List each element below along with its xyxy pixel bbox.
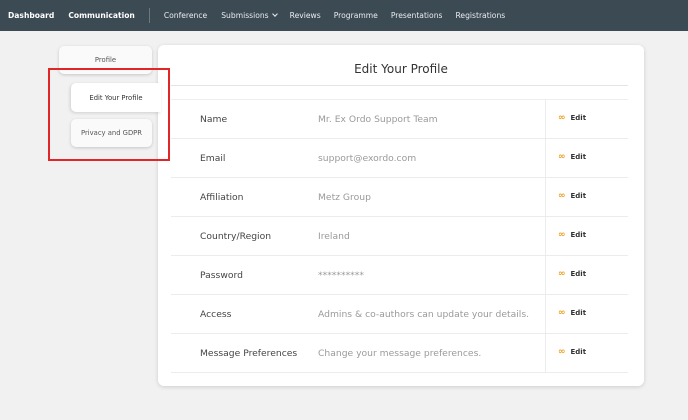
nav-submissions[interactable]: Submissions <box>221 11 278 20</box>
nav-dashboard[interactable]: Dashboard <box>8 11 54 20</box>
profile-row-name: Name Mr. Ex Ordo Support Team ∞ Edit <box>171 100 628 139</box>
column-divider <box>545 139 546 178</box>
top-navigation-bar: Dashboard Communication Conference Submi… <box>0 0 688 31</box>
nav-programme[interactable]: Programme <box>334 11 378 20</box>
column-divider <box>545 217 546 256</box>
edit-label: Edit <box>570 114 587 122</box>
nav-registrations[interactable]: Registrations <box>455 11 505 20</box>
link-icon: ∞ <box>558 308 566 318</box>
profile-row-message-preferences: Message Preferences Change your message … <box>171 334 628 373</box>
row-label: Password <box>200 270 243 281</box>
row-value: Ireland <box>318 231 350 242</box>
edit-label: Edit <box>570 231 587 239</box>
profile-row-affiliation: Affiliation Metz Group ∞ Edit <box>171 178 628 217</box>
row-value: Change your message preferences. <box>318 348 482 359</box>
highlight-box <box>48 68 170 161</box>
row-label: Country/Region <box>200 231 272 242</box>
edit-message-preferences-button[interactable]: ∞ Edit <box>558 347 587 357</box>
column-divider <box>545 256 546 295</box>
edit-country-button[interactable]: ∞ Edit <box>558 230 587 240</box>
row-value: support@exordo.com <box>318 153 417 164</box>
nav-submissions-label: Submissions <box>221 11 269 20</box>
edit-password-button[interactable]: ∞ Edit <box>558 269 587 279</box>
chevron-down-icon <box>271 11 278 17</box>
profile-row-email: Email support@exordo.com ∞ Edit <box>171 139 628 178</box>
column-divider <box>545 178 546 217</box>
column-divider <box>545 334 546 373</box>
profile-row-country: Country/Region Ireland ∞ Edit <box>171 217 628 256</box>
profile-row-password: Password ********** ∞ Edit <box>171 256 628 295</box>
column-divider <box>545 100 546 139</box>
sidebar-tab-profile-label: Profile <box>94 56 117 64</box>
edit-label: Edit <box>570 348 587 356</box>
link-icon: ∞ <box>558 191 566 201</box>
row-label: Name <box>200 114 228 125</box>
column-divider <box>545 295 546 334</box>
nav-conference[interactable]: Conference <box>164 11 207 20</box>
link-icon: ∞ <box>558 152 566 162</box>
row-label: Access <box>200 309 232 320</box>
nav-presentations[interactable]: Presentations <box>391 11 443 20</box>
link-icon: ∞ <box>558 347 566 357</box>
title-divider <box>171 85 628 86</box>
profile-row-access: Access Admins & co-authors can update yo… <box>171 295 628 334</box>
row-value: Mr. Ex Ordo Support Team <box>318 114 438 125</box>
row-value: Admins & co-authors can update your deta… <box>318 309 530 320</box>
edit-profile-card: Edit Your Profile Name Mr. Ex Ordo Suppo… <box>158 45 644 386</box>
page-title: Edit Your Profile <box>354 62 448 76</box>
edit-label: Edit <box>570 153 587 161</box>
link-icon: ∞ <box>558 269 566 279</box>
edit-label: Edit <box>570 270 587 278</box>
edit-label: Edit <box>570 192 587 200</box>
nav-divider <box>148 8 150 23</box>
edit-name-button[interactable]: ∞ Edit <box>558 113 587 123</box>
nav-reviews[interactable]: Reviews <box>290 11 321 20</box>
edit-access-button[interactable]: ∞ Edit <box>558 308 587 318</box>
row-label: Email <box>200 153 226 164</box>
edit-affiliation-button[interactable]: ∞ Edit <box>558 191 587 201</box>
edit-email-button[interactable]: ∞ Edit <box>558 152 587 162</box>
row-value: Metz Group <box>318 192 371 203</box>
row-label: Affiliation <box>200 192 244 203</box>
row-value: ********** <box>318 270 364 281</box>
nav-communication[interactable]: Communication <box>68 11 135 20</box>
link-icon: ∞ <box>558 230 566 240</box>
link-icon: ∞ <box>558 113 566 123</box>
row-label: Message Preferences <box>200 348 298 359</box>
edit-label: Edit <box>570 309 587 317</box>
